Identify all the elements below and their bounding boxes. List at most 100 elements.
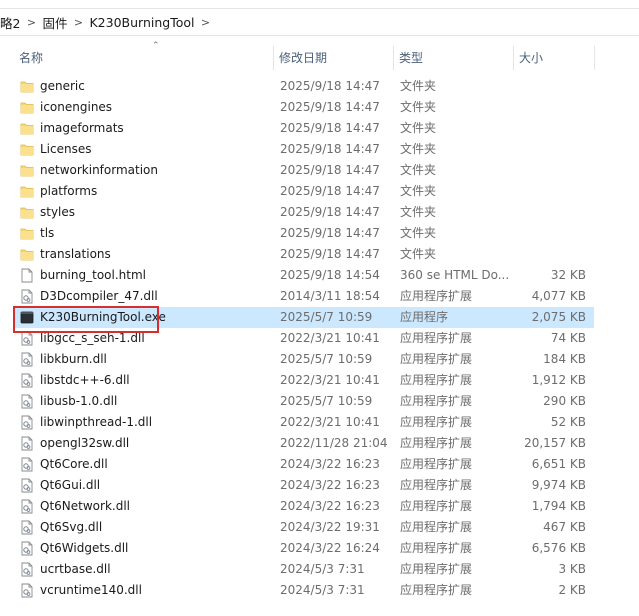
sort-ascending-icon: ⌃ bbox=[152, 41, 160, 51]
file-size: 32 KB bbox=[550, 268, 586, 282]
folder-icon bbox=[20, 165, 34, 177]
chevron-right-icon[interactable]: > bbox=[20, 16, 42, 29]
file-row[interactable]: Qt6Widgets.dll 2024/3/22 16:24 应用程序扩展 6,576… bbox=[14, 538, 594, 559]
file-size: 52 KB bbox=[550, 415, 586, 429]
file-size bbox=[514, 160, 586, 181]
file-modified-date: 2024/3/22 16:23 bbox=[280, 499, 380, 513]
chevron-right-icon[interactable]: > bbox=[194, 16, 216, 29]
column-header-row: 名称 ⌃ 修改日期 类型 大小 bbox=[0, 41, 639, 70]
file-row[interactable]: K230BurningTool.exe 2025/5/7 10:59 应用程序 2,0… bbox=[14, 307, 594, 328]
file-row[interactable]: Qt6Network.dll 2024/3/22 16:23 应用程序扩展 1,794… bbox=[14, 496, 594, 517]
file-name: Licenses bbox=[40, 142, 92, 156]
dll-file-icon bbox=[21, 520, 33, 535]
file-type: 应用程序扩展 bbox=[400, 562, 473, 576]
folder-row[interactable]: styles 2025/9/18 14:47 文件夹 bbox=[14, 202, 594, 223]
file-row[interactable]: Qt6Core.dll 2024/3/22 16:23 应用程序扩展 6,651 KB bbox=[14, 454, 594, 475]
file-row[interactable]: libstdc++-6.dll 2022/3/21 10:41 应用程序扩展 1,91… bbox=[14, 370, 594, 391]
file-size: 9,974 KB bbox=[531, 478, 586, 492]
file-modified-date: 2024/5/3 7:31 bbox=[280, 583, 365, 597]
file-modified-date: 2025/9/18 14:47 bbox=[280, 100, 380, 114]
file-modified-date: 2025/9/18 14:47 bbox=[280, 142, 380, 156]
file-type: 应用程序 bbox=[400, 310, 449, 324]
file-modified-date: 2014/3/11 18:54 bbox=[280, 289, 380, 303]
file-type: 应用程序扩展 bbox=[400, 436, 473, 450]
file-type: 文件夹 bbox=[400, 121, 437, 135]
file-type: 文件夹 bbox=[400, 226, 437, 240]
folder-row[interactable]: translations 2025/9/18 14:47 文件夹 bbox=[14, 244, 594, 265]
file-size: 290 KB bbox=[543, 394, 586, 408]
folder-row[interactable]: Licenses 2025/9/18 14:47 文件夹 bbox=[14, 139, 594, 160]
file-type: 文件夹 bbox=[400, 205, 437, 219]
address-bar: 略2 > 固件 > K230BurningTool > bbox=[0, 0, 639, 44]
breadcrumb[interactable]: 略2 > 固件 > K230BurningTool > bbox=[0, 8, 639, 36]
file-size: 4,077 KB bbox=[531, 289, 586, 303]
file-size: 2,075 KB bbox=[531, 310, 586, 324]
folder-row[interactable]: generic 2025/9/18 14:47 文件夹 bbox=[14, 76, 594, 97]
file-row[interactable]: D3Dcompiler_47.dll 2014/3/11 18:54 应用程序扩展 4… bbox=[14, 286, 594, 307]
folder-icon bbox=[20, 81, 34, 93]
folder-icon bbox=[20, 207, 34, 219]
file-row[interactable]: opengl32sw.dll 2022/11/28 21:04 应用程序扩展 20,1… bbox=[14, 433, 594, 454]
chevron-right-icon[interactable]: > bbox=[67, 16, 89, 29]
dll-file-icon bbox=[21, 394, 33, 409]
file-size: 20,157 KB bbox=[524, 436, 586, 450]
folder-row[interactable]: platforms 2025/9/18 14:47 文件夹 bbox=[14, 181, 594, 202]
file-name: libgcc_s_seh-1.dll bbox=[40, 331, 145, 345]
file-size bbox=[514, 223, 586, 244]
file-name: opengl32sw.dll bbox=[40, 436, 130, 450]
column-header-date[interactable]: 修改日期 bbox=[274, 44, 393, 70]
file-size bbox=[514, 97, 586, 118]
file-row[interactable]: libkburn.dll 2025/5/7 10:59 应用程序扩展 184 KB bbox=[14, 349, 594, 370]
file-type: 文件夹 bbox=[400, 184, 437, 198]
file-row[interactable]: libwinpthread-1.dll 2022/3/21 10:41 应用程序扩展… bbox=[14, 412, 594, 433]
file-modified-date: 2025/9/18 14:47 bbox=[280, 79, 380, 93]
folder-row[interactable]: tls 2025/9/18 14:47 文件夹 bbox=[14, 223, 594, 244]
file-name: generic bbox=[40, 79, 85, 93]
file-name: burning_tool.html bbox=[40, 268, 146, 282]
dll-file-icon bbox=[21, 415, 33, 430]
column-header-type[interactable]: 类型 bbox=[394, 44, 513, 70]
folder-row[interactable]: imageformats 2025/9/18 14:47 文件夹 bbox=[14, 118, 594, 139]
file-row[interactable]: vcruntime140.dll 2024/5/3 7:31 应用程序扩展 2 KB bbox=[14, 580, 594, 601]
file-type: 应用程序扩展 bbox=[400, 415, 473, 429]
column-header-size[interactable]: 大小 bbox=[514, 44, 594, 70]
column-divider[interactable] bbox=[594, 46, 595, 70]
column-header-label: 大小 bbox=[519, 50, 544, 65]
exe-file-icon bbox=[20, 311, 34, 324]
file-row[interactable]: Qt6Gui.dll 2024/3/22 16:23 应用程序扩展 9,974 KB bbox=[14, 475, 594, 496]
file-modified-date: 2025/5/7 10:59 bbox=[280, 394, 373, 408]
file-name: tls bbox=[40, 226, 55, 240]
dll-file-icon bbox=[21, 562, 33, 577]
file-type: 应用程序扩展 bbox=[400, 457, 473, 471]
file-name: libstdc++-6.dll bbox=[40, 373, 130, 387]
file-type: 应用程序扩展 bbox=[400, 352, 473, 366]
file-name: D3Dcompiler_47.dll bbox=[40, 289, 158, 303]
file-name: Qt6Svg.dll bbox=[40, 520, 103, 534]
file-row[interactable]: libgcc_s_seh-1.dll 2022/3/21 10:41 应用程序扩展 7… bbox=[14, 328, 594, 349]
file-size: 1,912 KB bbox=[531, 373, 586, 387]
folder-row[interactable]: networkinformation 2025/9/18 14:47 文件夹 bbox=[14, 160, 594, 181]
breadcrumb-item[interactable]: 略2 bbox=[0, 13, 20, 32]
file-row[interactable]: ucrtbase.dll 2024/5/3 7:31 应用程序扩展 3 KB bbox=[14, 559, 594, 580]
file-row[interactable]: libusb-1.0.dll 2025/5/7 10:59 应用程序扩展 290 KB bbox=[14, 391, 594, 412]
file-name: iconengines bbox=[40, 100, 113, 114]
dll-file-icon bbox=[21, 583, 33, 598]
dll-file-icon bbox=[21, 331, 33, 346]
file-type: 应用程序扩展 bbox=[400, 331, 473, 345]
file-size: 467 KB bbox=[543, 520, 586, 534]
file-name: Qt6Widgets.dll bbox=[40, 541, 129, 555]
file-size bbox=[514, 118, 586, 139]
file-name: libusb-1.0.dll bbox=[40, 394, 118, 408]
breadcrumb-item[interactable]: K230BurningTool bbox=[89, 15, 194, 30]
file-row[interactable]: Qt6Svg.dll 2024/3/22 19:31 应用程序扩展 467 KB bbox=[14, 517, 594, 538]
file-row[interactable]: burning_tool.html 2025/9/18 14:54 360 se H… bbox=[14, 265, 594, 286]
file-size: 6,651 KB bbox=[531, 457, 586, 471]
file-modified-date: 2025/9/18 14:47 bbox=[280, 226, 380, 240]
breadcrumb-item[interactable]: 固件 bbox=[42, 13, 67, 32]
column-header-name[interactable]: 名称 ⌃ bbox=[14, 41, 273, 70]
file-modified-date: 2024/3/22 16:23 bbox=[280, 478, 380, 492]
file-type: 文件夹 bbox=[400, 163, 437, 177]
folder-row[interactable]: iconengines 2025/9/18 14:47 文件夹 bbox=[14, 97, 594, 118]
dll-file-icon bbox=[21, 478, 33, 493]
file-modified-date: 2024/3/22 19:31 bbox=[280, 520, 380, 534]
